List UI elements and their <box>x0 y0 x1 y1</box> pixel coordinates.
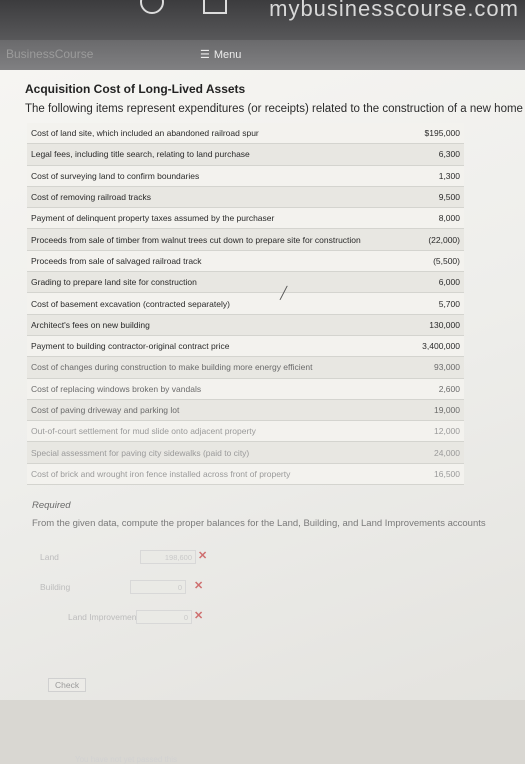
table-row: Grading to prepare land site for constru… <box>27 271 464 294</box>
item-description: Cost of basement excavation (contracted … <box>27 292 400 315</box>
item-description: Grading to prepare land site for constru… <box>27 271 400 294</box>
brand-logo[interactable]: BusinessCourse <box>6 47 93 61</box>
status-footnote: You have not yet passed this <box>75 755 177 764</box>
problem-title: Acquisition Cost of Long-Lived Assets <box>25 82 246 96</box>
item-amount: 93,000 <box>400 356 464 379</box>
land-improvements-incorrect-icon: ✕ <box>194 610 204 622</box>
item-amount: 5,700 <box>400 292 464 315</box>
item-description: Proceeds from sale of timber from walnut… <box>27 228 400 251</box>
land-incorrect-icon: ✕ <box>198 550 208 562</box>
table-row: Legal fees, including title search, rela… <box>27 143 464 166</box>
item-amount: 19,000 <box>400 399 464 422</box>
bookmark-icon[interactable] <box>203 0 227 14</box>
item-amount: $195,000 <box>400 123 464 145</box>
table-row: Cost of paving driveway and parking lot 1… <box>27 399 464 422</box>
item-description: Legal fees, including title search, rela… <box>27 143 400 166</box>
item-description: Cost of brick and wrought iron fence ins… <box>27 463 400 486</box>
pen-mark: ╱ <box>280 286 288 300</box>
table-row: Architect's fees on new building 130,000 <box>27 314 464 336</box>
item-description: Cost of land site, which included an aba… <box>27 123 400 145</box>
item-amount: 6,300 <box>400 143 464 166</box>
site-url: mybusinesscourse.com <box>269 0 519 21</box>
item-description: Cost of replacing windows broken by vand… <box>27 378 400 400</box>
table-row: Payment to building contractor-original … <box>27 335 464 358</box>
item-description: Payment of delinquent property taxes ass… <box>27 207 400 230</box>
checkmark-icon <box>140 0 164 14</box>
table-row: Payment of delinquent property taxes ass… <box>27 207 464 230</box>
item-amount: 8,000 <box>400 207 464 230</box>
menu-label: Menu <box>213 49 242 61</box>
item-amount: 130,000 <box>400 314 464 336</box>
land-improvements-label: Land Improvements <box>68 612 144 622</box>
building-input[interactable]: 0 <box>130 580 186 594</box>
item-description: Architect's fees on new building <box>27 314 400 336</box>
table-row: Cost of surveying land to confirm bounda… <box>27 165 464 187</box>
check-button[interactable]: Check <box>48 678 87 692</box>
item-description: Out-of-court settlement for mud slide on… <box>27 420 400 443</box>
item-amount: 12,000 <box>400 420 464 443</box>
building-incorrect-icon: ✕ <box>194 580 204 592</box>
item-description: Payment to building contractor-original … <box>27 335 400 358</box>
table-row: Cost of changes during construction to m… <box>27 356 464 379</box>
required-instruction: From the given data, compute the proper … <box>32 518 486 529</box>
land-label: Land <box>40 552 59 562</box>
table-row: Special assessment for paving city sidew… <box>27 441 464 464</box>
item-amount: 6,000 <box>400 271 464 294</box>
item-amount: (5,500) <box>400 250 464 273</box>
browser-top-bar: mybusinesscourse.com <box>0 0 525 40</box>
table-row: Cost of land site, which included an aba… <box>27 123 464 145</box>
expenditure-table: Cost of land site, which included an aba… <box>27 123 464 486</box>
land-improvements-input[interactable]: 0 <box>136 610 192 624</box>
item-description: Cost of changes during construction to m… <box>27 356 400 379</box>
site-navbar: BusinessCourse ☰ Menu <box>0 40 525 70</box>
item-amount: (22,000) <box>400 228 464 251</box>
item-description: Special assessment for paving city sidew… <box>27 441 400 464</box>
item-amount: 9,500 <box>400 186 464 209</box>
problem-intro: The following items represent expenditur… <box>25 103 525 115</box>
building-label: Building <box>40 582 71 592</box>
item-amount: 16,500 <box>400 463 464 486</box>
item-amount: 24,000 <box>400 441 464 464</box>
table-row: Out-of-court settlement for mud slide on… <box>27 420 464 443</box>
hamburger-icon: ☰ <box>200 49 210 61</box>
table-row: Proceeds from sale of timber from walnut… <box>27 228 464 251</box>
table-row: Cost of replacing windows broken by vand… <box>27 378 464 400</box>
item-description: Cost of surveying land to confirm bounda… <box>27 165 400 187</box>
item-description: Cost of paving driveway and parking lot <box>27 399 400 422</box>
table-row: Cost of brick and wrought iron fence ins… <box>27 463 464 486</box>
required-label: Required <box>32 500 71 511</box>
table-row: Proceeds from sale of salvaged railroad … <box>27 250 464 273</box>
menu-button[interactable]: ☰ Menu <box>200 48 241 61</box>
land-input[interactable]: 198,600 <box>140 550 196 564</box>
table-row: Cost of removing railroad tracks 9,500 <box>27 186 464 209</box>
item-description: Proceeds from sale of salvaged railroad … <box>27 250 400 273</box>
problem-content: Acquisition Cost of Long-Lived Assets Th… <box>0 70 525 764</box>
item-amount: 2,600 <box>400 378 464 400</box>
item-description: Cost of removing railroad tracks <box>27 186 400 209</box>
item-amount: 1,300 <box>400 165 464 187</box>
item-amount: 3,400,000 <box>400 335 464 358</box>
table-row: Cost of basement excavation (contracted … <box>27 292 464 315</box>
